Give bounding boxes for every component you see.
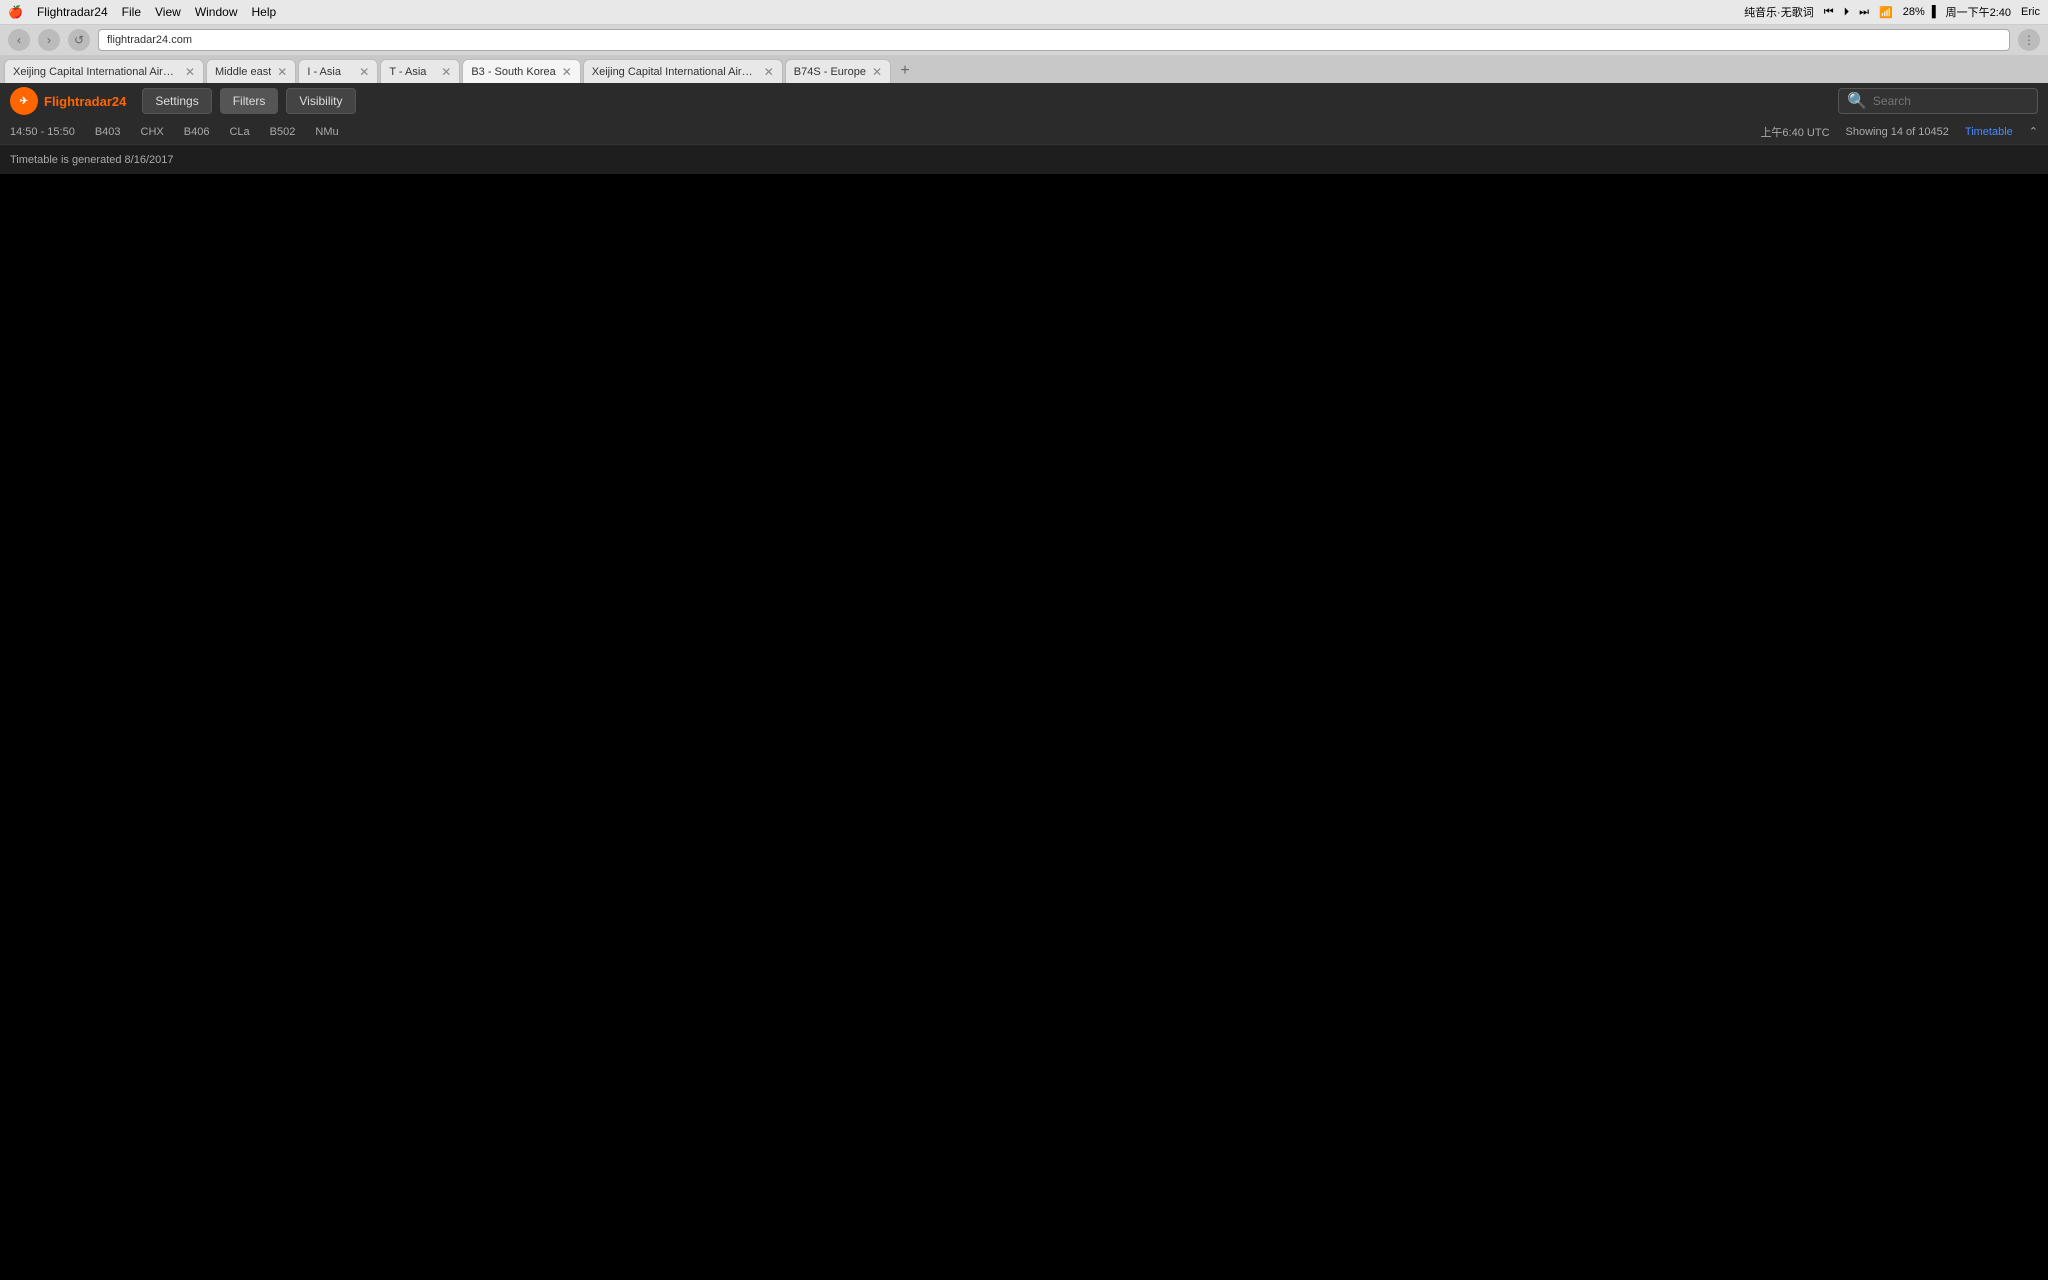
search-icon: 🔍 [1847, 91, 1867, 111]
timetable-date-info: Timetable is generated 8/16/2017 [10, 154, 173, 166]
browser-chrome: ‹ › ↺ flightradar24.com ⋮ Xeijing Capita… [0, 25, 2048, 83]
timetable-link[interactable]: Timetable [1965, 126, 2013, 138]
browser-toolbar: ‹ › ↺ flightradar24.com ⋮ [0, 25, 2048, 55]
mac-topbar: 🍎 Flightradar24 File View Window Help 纯音… [0, 0, 2048, 25]
apple-menu[interactable]: 🍎 [8, 5, 23, 19]
tab-close-south-korea[interactable]: ✕ [562, 65, 572, 79]
media-play[interactable]: ⏵ [1844, 6, 1850, 19]
new-tab-button[interactable]: + [893, 59, 917, 83]
tab-close-t-asia[interactable]: ✕ [441, 65, 451, 79]
filters-button[interactable]: Filters [220, 88, 279, 114]
bottom-bar-right: 上午6:40 UTC Showing 14 of 10452 Timetable… [1760, 124, 2038, 140]
fr24-logo-text: Flightradar24 [44, 94, 126, 109]
tab-south-korea[interactable]: B3 - South Korea ✕ [462, 59, 580, 83]
visibility-button[interactable]: Visibility [286, 88, 355, 114]
wifi-icon: 📶 [1879, 6, 1893, 19]
fr24-logo-icon: ✈ [10, 87, 38, 115]
browser-tabs: Xeijing Capital International Airport ✕ … [0, 55, 2048, 83]
bottom-bar: 14:50 - 15:50 B403 CHX B406 CLa B502 NMu… [0, 119, 2048, 144]
battery-status: 28% ▐ [1903, 6, 1936, 18]
clock: 周一下午2:40 [1946, 4, 2011, 20]
tab-close-i-asia[interactable]: ✕ [359, 65, 369, 79]
extensions-button[interactable]: ⋮ [2018, 29, 2040, 51]
help-menu[interactable]: Help [252, 5, 277, 19]
item-cla: CLa [229, 126, 249, 138]
mac-menu-bar: 🍎 Flightradar24 File View Window Help [8, 5, 276, 19]
mac-status-bar: 纯音乐·无歌词 ⏮ ⏵ ⏭ 📶 28% ▐ 周一下午2:40 Eric [1744, 4, 2040, 20]
tab-middle-east[interactable]: Middle east ✕ [206, 59, 296, 83]
url-text: flightradar24.com [107, 34, 192, 46]
tab-close-middle-east[interactable]: ✕ [277, 65, 287, 79]
search-box[interactable]: 🔍 [1838, 88, 2038, 114]
tab-europe[interactable]: B74S - Europe ✕ [785, 59, 891, 83]
tab-close-beijing2[interactable]: ✕ [764, 65, 774, 79]
window-menu[interactable]: Window [195, 5, 238, 19]
time-range: 14:50 - 15:50 [10, 126, 75, 138]
timetable-chevron: ⌃ [2029, 125, 2038, 138]
user-name[interactable]: Eric [2021, 6, 2040, 18]
tab-beijing2[interactable]: Xeijing Capital International Airport ✕ [583, 59, 783, 83]
media-prev[interactable]: ⏮ [1824, 6, 1834, 19]
tab-close-beijing[interactable]: ✕ [185, 65, 195, 79]
item-b502: B502 [270, 126, 296, 138]
utc-time: 上午6:40 UTC [1760, 124, 1829, 140]
item-chx: CHX [141, 126, 164, 138]
file-menu[interactable]: File [122, 5, 141, 19]
forward-button[interactable]: › [38, 29, 60, 51]
media-next[interactable]: ⏭ [1859, 6, 1869, 19]
tab-beijing[interactable]: Xeijing Capital International Airport ✕ [4, 59, 204, 83]
timebar: Timetable is generated 8/16/2017 [0, 144, 2048, 174]
music-info: 纯音乐·无歌词 [1744, 4, 1814, 20]
fr24-logo: ✈ Flightradar24 [10, 87, 126, 115]
aircraft-count: Showing 14 of 10452 [1846, 126, 1949, 138]
tab-close-europe[interactable]: ✕ [872, 65, 882, 79]
item-b403: B403 [95, 126, 121, 138]
item-b406: B406 [184, 126, 210, 138]
refresh-button[interactable]: ↺ [68, 29, 90, 51]
view-menu[interactable]: View [155, 5, 181, 19]
tab-i-asia[interactable]: I - Asia ✕ [298, 59, 378, 83]
app-name[interactable]: Flightradar24 [37, 5, 108, 19]
tab-t-asia[interactable]: T - Asia ✕ [380, 59, 460, 83]
fr24-toolbar: ✈ Flightradar24 Settings Filters Visibil… [0, 83, 2048, 119]
back-button[interactable]: ‹ [8, 29, 30, 51]
address-bar[interactable]: flightradar24.com [98, 29, 2010, 51]
item-nmu: NMu [315, 126, 338, 138]
search-input[interactable] [1873, 94, 2029, 108]
settings-button[interactable]: Settings [142, 88, 211, 114]
